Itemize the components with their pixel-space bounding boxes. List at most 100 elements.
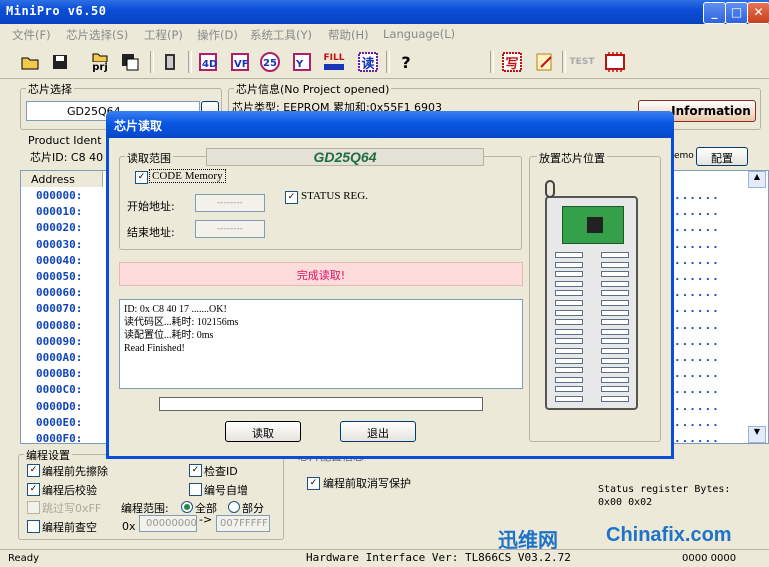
read-config-icon[interactable]: 读: [356, 50, 380, 74]
hex-scrollbar[interactable]: ▲ ▼: [740, 171, 768, 443]
hex-row-ascii: ......: [674, 334, 720, 348]
menu-help[interactable]: 帮助(H): [328, 27, 369, 43]
hex-row-address: 000080:: [36, 318, 83, 332]
program-chip-icon[interactable]: Y: [290, 50, 314, 74]
write-icon[interactable]: 写: [500, 50, 524, 74]
menu-operation[interactable]: 操作(D): [197, 27, 238, 43]
scroll-down-icon[interactable]: ▼: [748, 426, 766, 443]
socket-pin: [601, 271, 629, 278]
hex-row-address: 000070:: [36, 302, 83, 316]
maximize-button[interactable]: □: [725, 2, 748, 24]
menu-language[interactable]: Language(L): [383, 27, 455, 41]
range-part-radio[interactable]: [228, 501, 240, 513]
range-end-field[interactable]: 007FFFFF: [216, 515, 270, 532]
end-addr-field[interactable]: --------: [195, 220, 265, 238]
check-id-label: 检查ID: [204, 465, 238, 478]
range-all-radio[interactable]: [181, 501, 193, 513]
config-button[interactable]: 配置: [696, 147, 748, 166]
socket-pin: [555, 300, 583, 306]
socket-pin: [601, 309, 629, 316]
hex-row-ascii: ......: [674, 432, 720, 445]
socket-pin: [555, 338, 583, 345]
hex-row-address: 0000E0:: [36, 415, 83, 429]
socket-pin: [601, 319, 629, 326]
remove-protect-checkbox[interactable]: ✓: [307, 477, 320, 490]
toolbar-separator: [490, 51, 494, 73]
range-start-field[interactable]: 00000000: [139, 515, 197, 532]
hex-row-ascii: ......: [674, 221, 720, 235]
erase-checkbox[interactable]: ✓: [27, 464, 40, 477]
save-project-icon[interactable]: [118, 50, 142, 74]
check-id-checkbox[interactable]: ✓: [189, 464, 202, 477]
open-project-icon[interactable]: prj: [86, 50, 114, 74]
status-reg-checkbox[interactable]: ✓: [285, 191, 298, 204]
menu-project[interactable]: 工程(P): [144, 27, 183, 43]
code-memory-checkbox[interactable]: ✓: [135, 171, 148, 184]
menu-tools[interactable]: 系统工具(Y): [250, 27, 312, 43]
blank-check-checkbox[interactable]: [27, 520, 40, 533]
hex-row-address: 000000:: [36, 189, 83, 202]
hex-row-address: 000060:: [36, 286, 83, 300]
remove-protect-label: 编程前取消写保护: [323, 477, 411, 490]
log-line: ID: 0x C8 40 17 .......OK!: [124, 304, 227, 315]
chip-package-icon: [587, 217, 603, 233]
socket-pin: [555, 280, 583, 287]
write-label: 写: [505, 56, 519, 72]
auto-num-label: 编号自增: [204, 484, 248, 497]
socket-pin: [601, 338, 629, 345]
verify-chip-icon[interactable]: VF: [228, 50, 252, 74]
socket-pin: [601, 348, 629, 354]
status-bytes-label: Status register Bytes:: [598, 484, 731, 495]
range-arrow-icon: ->: [199, 513, 213, 526]
socket-pin: [601, 300, 629, 306]
save-disk-icon[interactable]: [48, 50, 72, 74]
status-reg-label: STATUS REG.: [301, 190, 368, 202]
hex-row-address: 000090:: [36, 334, 83, 348]
help-label: ?: [401, 52, 411, 72]
minimize-button[interactable]: _: [703, 2, 726, 24]
exit-button[interactable]: 退出: [340, 421, 416, 442]
read-button[interactable]: 读取: [225, 421, 301, 442]
skip-ff-checkbox[interactable]: [27, 501, 40, 514]
status-right: 0000 0000: [682, 553, 737, 564]
start-addr-field[interactable]: --------: [195, 194, 265, 212]
hex-row-ascii: ......: [674, 367, 720, 381]
end-addr-label: 结束地址:: [127, 226, 175, 239]
read-range-label: 读取范围: [125, 150, 173, 166]
fill-label: FILL: [323, 53, 345, 63]
menu-chip-select[interactable]: 芯片选择(S): [66, 27, 128, 43]
hex-row-address: 0000C0:: [36, 383, 83, 397]
zif-socket: [545, 196, 638, 410]
range-prefix: 0x: [122, 520, 136, 533]
product-ident-label: Product Ident: [28, 134, 102, 147]
hex-row-ascii: ......: [674, 237, 720, 251]
window-titlebar: MiniPro v6.50 _ □ ✕: [0, 0, 769, 24]
help-icon[interactable]: ?: [394, 50, 418, 74]
code-memory-label: CODE Memory: [149, 169, 226, 183]
scroll-up-icon[interactable]: ▲: [748, 171, 766, 188]
auto-num-checkbox[interactable]: [189, 483, 202, 496]
read-chip-icon[interactable]: 4D: [196, 50, 220, 74]
verify-checkbox[interactable]: ✓: [27, 483, 40, 496]
ic-icon[interactable]: [603, 50, 627, 74]
hex-row-ascii: ......: [674, 302, 720, 316]
log-line: 读代码区...耗时: 102156ms: [124, 317, 239, 328]
fill-icon[interactable]: FILL: [320, 50, 348, 74]
menu-file[interactable]: 文件(F): [12, 27, 51, 43]
test-icon[interactable]: TEST: [570, 50, 595, 74]
start-addr-label: 开始地址:: [127, 200, 175, 213]
socket-pin: [601, 357, 629, 364]
verify-label: 编程后校验: [42, 484, 97, 497]
chip-select-label: 芯片选择: [26, 81, 74, 97]
blank-check-icon[interactable]: 25: [258, 50, 282, 74]
close-button[interactable]: ✕: [747, 2, 769, 24]
read-label: 读: [361, 56, 375, 72]
menu-bar: 文件(F) 芯片选择(S) 工程(P) 操作(D) 系统工具(Y) 帮助(H) …: [0, 24, 769, 44]
hex-row-address: 0000F0:: [36, 432, 83, 445]
watermark-site: Chinafix.com: [606, 524, 732, 546]
socket-pin: [601, 396, 629, 402]
open-folder-icon[interactable]: [18, 50, 42, 74]
chip-placement-label: 放置芯片位置: [537, 150, 607, 166]
edit-icon[interactable]: [533, 50, 557, 74]
chip-icon[interactable]: [158, 50, 182, 74]
